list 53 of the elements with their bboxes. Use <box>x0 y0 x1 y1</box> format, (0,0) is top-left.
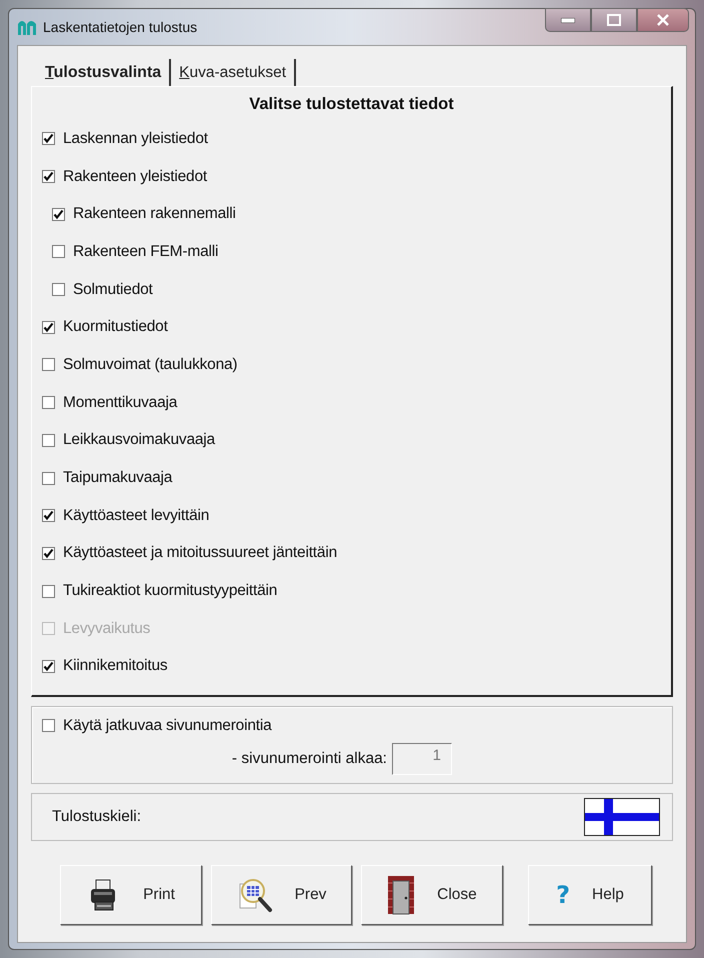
checkbox-label: Taipumakuvaaja <box>63 469 172 488</box>
close-button[interactable] <box>637 8 689 32</box>
page-start-field[interactable]: 1 <box>392 742 452 775</box>
close-icon <box>656 14 670 26</box>
checkbox[interactable] <box>42 358 55 372</box>
section-heading: Valitse tulostettavat tiedot <box>248 94 455 115</box>
checkbox[interactable] <box>52 283 65 296</box>
close-button[interactable]: Close <box>361 865 503 925</box>
minimize-icon <box>561 18 575 22</box>
window-title: Laskentatietojen tulostus <box>43 19 198 35</box>
question-mark-icon: ? <box>556 881 570 909</box>
checkbox-label: Tukireaktiot kuormitustyypeittäin <box>63 582 278 600</box>
minimize-button[interactable] <box>545 8 591 32</box>
magnifier-icon <box>236 876 273 914</box>
checkbox-label: Solmuvoimat (taulukkona) <box>63 356 238 374</box>
checkbox[interactable] <box>42 320 55 334</box>
maximize-button[interactable] <box>591 8 637 32</box>
checkbox-label: Rakenteen FEM-malli <box>73 242 218 261</box>
checkbox-label: Käyttöasteet levyittäin <box>63 506 210 525</box>
field-label: - sivunumerointi alkaa: <box>232 750 387 768</box>
checkbox[interactable] <box>42 170 55 184</box>
tab[interactable]: Kuva-asetukset <box>171 59 296 86</box>
checkbox[interactable] <box>42 434 55 447</box>
checkbox-label: Levyvaikutus <box>63 620 150 638</box>
checkbox-label: Käytä jatkuvaa sivunumerointia <box>63 716 272 735</box>
checkbox-label: Rakenteen yleistiedot <box>63 168 208 186</box>
checkbox[interactable] <box>42 132 55 146</box>
maximize-icon <box>607 14 621 26</box>
checkbox-label: Momenttikuvaaja <box>63 394 178 412</box>
checkbox-label: Käyttöasteet ja mitoitussuureet jänteittäin <box>63 544 338 562</box>
checkbox[interactable] <box>42 546 55 560</box>
checkbox-label: Kiinnikemitoitus <box>63 657 168 676</box>
checkbox[interactable] <box>52 245 65 258</box>
checkbox[interactable] <box>42 472 55 485</box>
checkbox[interactable] <box>42 396 55 410</box>
print-button[interactable]: Print <box>60 865 202 925</box>
field-label: Tulostuskieli: <box>52 808 142 826</box>
checkbox[interactable] <box>42 660 55 673</box>
checkbox-label: Laskennan yleistiedot <box>63 130 208 148</box>
checkbox[interactable] <box>42 719 55 732</box>
checkbox-label: Rakenteen rakennemalli <box>73 205 236 224</box>
checkbox-label: Kuormitustiedot <box>63 318 168 336</box>
flag-icon[interactable] <box>584 798 660 836</box>
checkbox[interactable] <box>52 208 65 221</box>
checkbox[interactable] <box>42 584 55 598</box>
checkbox[interactable] <box>42 509 55 522</box>
app-logo-icon <box>17 18 37 36</box>
door-icon <box>387 875 416 915</box>
checkbox-label: Solmutiedot <box>73 280 153 299</box>
checkbox-label: Leikkausvoimakuvaaja <box>63 431 215 450</box>
tab[interactable]: Tulostusvalinta <box>37 59 172 86</box>
preview-button[interactable]: Prev <box>211 865 352 925</box>
help-button[interactable]: ? Help <box>528 865 652 925</box>
